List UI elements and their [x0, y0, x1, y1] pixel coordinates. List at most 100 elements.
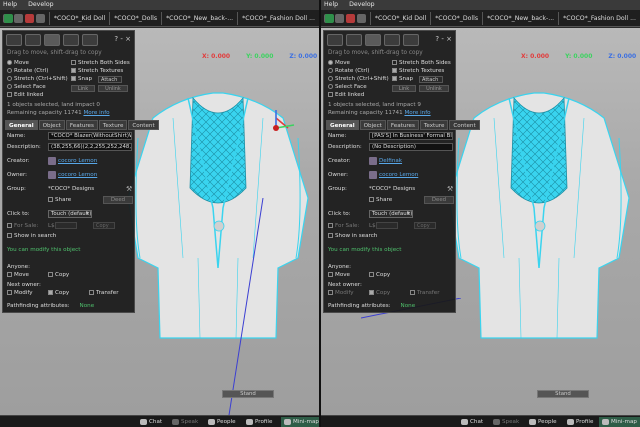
stretch-both-checkbox[interactable]: Stretch Both Sides [71, 60, 130, 66]
anyone-move-checkbox[interactable]: Move [7, 272, 29, 278]
menu-help[interactable]: Help [324, 1, 338, 8]
snap-checkbox[interactable]: Snap [392, 76, 413, 82]
wrench-icon[interactable]: ⚒ [447, 185, 455, 193]
next-owner-transfer-checkbox[interactable]: Transfer [410, 290, 440, 296]
edit-linked-checkbox[interactable]: Edit linked [7, 92, 43, 98]
tab-content[interactable]: Content [128, 120, 159, 130]
more-info-link[interactable]: More info [83, 110, 109, 116]
favorite-tab[interactable]: *COCO*_Dolls [430, 11, 482, 25]
tab-features[interactable]: Features [386, 120, 419, 130]
favorite-tab[interactable]: *COCO*_Fashion Doll ... [558, 11, 640, 25]
tab-texture[interactable]: Texture [98, 120, 128, 130]
tab-general[interactable]: General [5, 120, 38, 130]
more-info-link[interactable]: More info [404, 110, 430, 116]
owner-link[interactable]: cocoro Lemon [58, 172, 97, 178]
help-icon[interactable]: ? [435, 35, 439, 43]
close-icon[interactable]: × [446, 35, 452, 43]
star-icon[interactable] [325, 13, 334, 23]
menu-help[interactable]: Help [3, 1, 17, 8]
menu-develop[interactable]: Develop [28, 1, 53, 8]
share-checkbox[interactable]: Share [369, 197, 392, 203]
jacket-model[interactable] [439, 58, 639, 348]
menu-develop[interactable]: Develop [349, 1, 374, 8]
deed-button[interactable]: Deed [103, 196, 133, 204]
sale-type-dropdown[interactable]: Copy [414, 222, 436, 229]
edit-tool-icon[interactable] [44, 34, 60, 46]
create-tool-icon[interactable] [63, 34, 79, 46]
tab-content[interactable]: Content [449, 120, 480, 130]
close-icon[interactable]: × [125, 35, 131, 43]
wrench-icon[interactable]: ⚒ [126, 185, 134, 193]
minimap-button[interactable]: Mini-map [281, 417, 319, 427]
tab-object[interactable]: Object [38, 120, 65, 130]
stretch-option[interactable]: Stretch (Ctrl+Shift) [7, 76, 68, 82]
favorite-tab[interactable]: *COCO*_New_back-... [482, 11, 558, 25]
speak-button[interactable]: Speak [493, 417, 519, 427]
next-owner-copy-checkbox[interactable]: Copy [48, 290, 69, 296]
profile-button[interactable]: Profile [246, 417, 272, 427]
land-tool-icon[interactable] [82, 34, 98, 46]
name-field[interactable]: *COCO* Blazer(WithoutShirt)White [48, 132, 132, 140]
create-tool-icon[interactable] [384, 34, 400, 46]
share-checkbox[interactable]: Share [48, 197, 71, 203]
focus-tool-icon[interactable] [327, 34, 343, 46]
star-icon[interactable] [4, 13, 13, 23]
owner-link[interactable]: cocoro Lemon [379, 172, 418, 178]
move-tool-icon[interactable] [25, 34, 41, 46]
stretch-option[interactable]: Stretch (Ctrl+Shift) [328, 76, 389, 82]
move-tool-icon[interactable] [346, 34, 362, 46]
land-tool-icon[interactable] [403, 34, 419, 46]
description-field[interactable]: (38,255,66)(2,2,255,252,248,0,0,0) [48, 143, 132, 151]
select-face-option[interactable]: Select Face [328, 84, 367, 90]
tab-general[interactable]: General [326, 120, 359, 130]
creator-link[interactable]: Delfinak [379, 158, 402, 164]
sale-type-dropdown[interactable]: Copy [93, 222, 115, 229]
speak-button[interactable]: Speak [172, 417, 198, 427]
edit-linked-checkbox[interactable]: Edit linked [328, 92, 364, 98]
unlink-button[interactable]: Unlink [98, 85, 128, 92]
select-face-option[interactable]: Select Face [7, 84, 46, 90]
people-button[interactable]: People [529, 417, 557, 427]
stretch-textures-checkbox[interactable]: Stretch Textures [71, 68, 123, 74]
stretch-textures-checkbox[interactable]: Stretch Textures [392, 68, 444, 74]
chat-button[interactable]: Chat [461, 417, 483, 427]
focus-tool-icon[interactable] [6, 34, 22, 46]
anyone-copy-checkbox[interactable]: Copy [369, 272, 390, 278]
move-option[interactable]: Move [328, 60, 350, 66]
next-owner-modify-checkbox[interactable]: Modify [7, 290, 33, 296]
chat-button[interactable]: Chat [140, 417, 162, 427]
stand-button[interactable]: Stand [222, 390, 274, 398]
favorite-tab[interactable]: *COCO*_Fashion Doll ... [237, 11, 319, 25]
click-action-dropdown[interactable]: Touch (default) [369, 210, 413, 218]
deed-button[interactable]: Deed [424, 196, 454, 204]
next-owner-transfer-checkbox[interactable]: Transfer [89, 290, 119, 296]
creator-link[interactable]: cocoro Lemon [58, 158, 97, 164]
profile-button[interactable]: Profile [567, 417, 593, 427]
link-button[interactable]: Link [392, 85, 416, 92]
tab-texture[interactable]: Texture [419, 120, 449, 130]
next-owner-modify-checkbox[interactable]: Modify [328, 290, 354, 296]
show-in-search-checkbox[interactable]: Show in search [7, 233, 56, 239]
anyone-copy-checkbox[interactable]: Copy [48, 272, 69, 278]
name-field[interactable]: [PAS'S] In Business' Formal Blaz [369, 132, 453, 140]
for-sale-checkbox[interactable]: For Sale: [7, 223, 38, 229]
rotate-option[interactable]: Rotate (Ctrl) [7, 68, 48, 74]
stretch-both-checkbox[interactable]: Stretch Both Sides [392, 60, 451, 66]
link-button[interactable]: Link [71, 85, 95, 92]
move-option[interactable]: Move [7, 60, 29, 66]
next-owner-copy-checkbox[interactable]: Copy [369, 290, 390, 296]
show-in-search-checkbox[interactable]: Show in search [328, 233, 377, 239]
rotate-option[interactable]: Rotate (Ctrl) [328, 68, 369, 74]
minimap-button[interactable]: Mini-map [599, 417, 640, 427]
snap-mode-select[interactable]: Attach [98, 76, 122, 83]
favorite-tab[interactable]: *COCO*_Kid Doll [369, 11, 430, 25]
minimize-icon[interactable]: - [441, 35, 444, 43]
click-action-dropdown[interactable]: Touch (default) [48, 210, 92, 218]
tab-object[interactable]: Object [359, 120, 386, 130]
people-button[interactable]: People [208, 417, 236, 427]
snap-mode-select[interactable]: Attach [419, 76, 443, 83]
favorite-tab[interactable]: *COCO*_New_back-... [161, 11, 237, 25]
edit-tool-icon[interactable] [365, 34, 381, 46]
tab-features[interactable]: Features [65, 120, 98, 130]
for-sale-checkbox[interactable]: For Sale: [328, 223, 359, 229]
